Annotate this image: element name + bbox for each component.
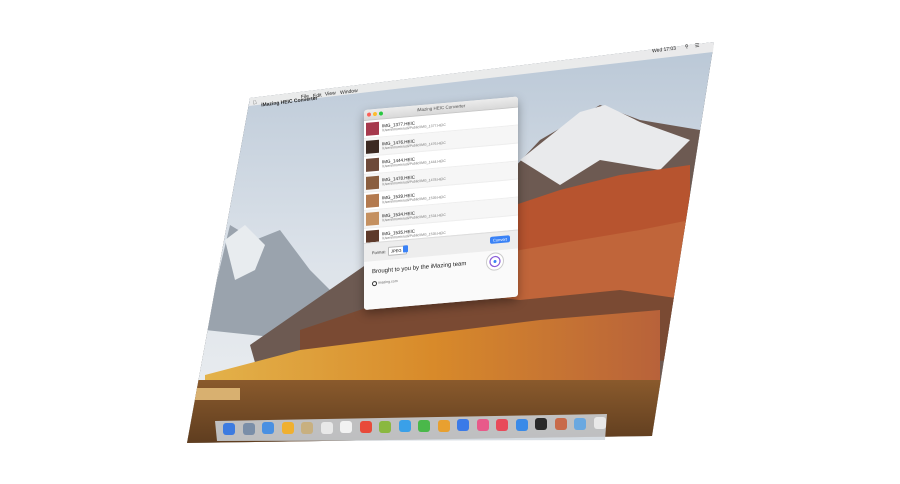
file-text: IMG_1476.HEIC/Users/morrisrudi/Public/IM… — [382, 135, 446, 151]
file-text: IMG_1377.HEIC/Users/morrisrudi/Public/IM… — [382, 117, 446, 133]
convert-button[interactable]: Convert — [490, 235, 510, 244]
file-thumbnail — [366, 175, 379, 190]
dock-app-icon[interactable] — [535, 418, 547, 431]
dock-app-icon[interactable] — [574, 417, 586, 430]
imazing-logo-icon — [486, 251, 504, 272]
dock-app-icon[interactable] — [320, 421, 333, 434]
dock-app-icon[interactable] — [593, 417, 606, 430]
menu-file[interactable]: File — [301, 94, 310, 101]
file-text: IMG_1478.HEIC/Users/morrisrudi/Public/IM… — [382, 171, 446, 187]
dock-app-icon[interactable] — [398, 420, 411, 433]
dock-app-icon[interactable] — [262, 422, 274, 435]
menu-apple-icon[interactable]:  — [253, 100, 257, 106]
format-select-arrow-icon[interactable] — [403, 245, 408, 253]
file-thumbnail — [366, 121, 379, 136]
dock-app-icon[interactable] — [457, 419, 469, 432]
dock-app-icon[interactable] — [476, 419, 489, 432]
dock-app-icon[interactable] — [379, 420, 391, 433]
spotlight-icon[interactable]: ⚲ — [685, 44, 689, 50]
promo-link[interactable]: imazing.com — [378, 279, 398, 285]
dock-app-icon[interactable] — [340, 421, 352, 434]
promo-text: Brought to you by the iMazing team — [372, 261, 467, 276]
file-thumbnail — [366, 211, 379, 226]
dock-app-icon[interactable] — [496, 418, 508, 431]
dock-app-icon[interactable] — [418, 420, 430, 432]
file-list: IMG_1377.HEIC/Users/morrisrudi/Public/IM… — [364, 107, 518, 243]
dock-app-icon[interactable] — [281, 422, 294, 435]
dock-app-icon[interactable] — [223, 423, 235, 435]
menu-view[interactable]: View — [325, 90, 336, 97]
format-label: Format: — [372, 249, 386, 256]
dock-app-icon[interactable] — [301, 421, 313, 434]
file-text: IMG_1444.HEIC/Users/morrisrudi/Public/IM… — [382, 153, 446, 169]
file-text: IMG_1539.HEIC/Users/morrisrudi/Public/IM… — [382, 189, 446, 205]
dock-app-icon[interactable] — [242, 422, 255, 435]
dock-app-icon[interactable] — [554, 417, 567, 430]
menu-edit[interactable]: Edit — [313, 92, 322, 99]
file-thumbnail — [366, 157, 379, 172]
file-thumbnail — [366, 193, 379, 208]
dock-app-icon[interactable] — [359, 420, 372, 433]
app-window: iMazing HEIC Converter IMG_1377.HEIC/Use… — [364, 96, 518, 310]
file-text: IMG_1534.HEIC/Users/morrisrudi/Public/IM… — [382, 207, 446, 223]
dock-app-icon[interactable] — [437, 419, 450, 432]
file-thumbnail — [366, 139, 379, 154]
dock-app-icon[interactable] — [515, 418, 528, 431]
notification-center-icon[interactable]: ☰ — [695, 43, 700, 50]
globe-icon — [372, 280, 377, 287]
